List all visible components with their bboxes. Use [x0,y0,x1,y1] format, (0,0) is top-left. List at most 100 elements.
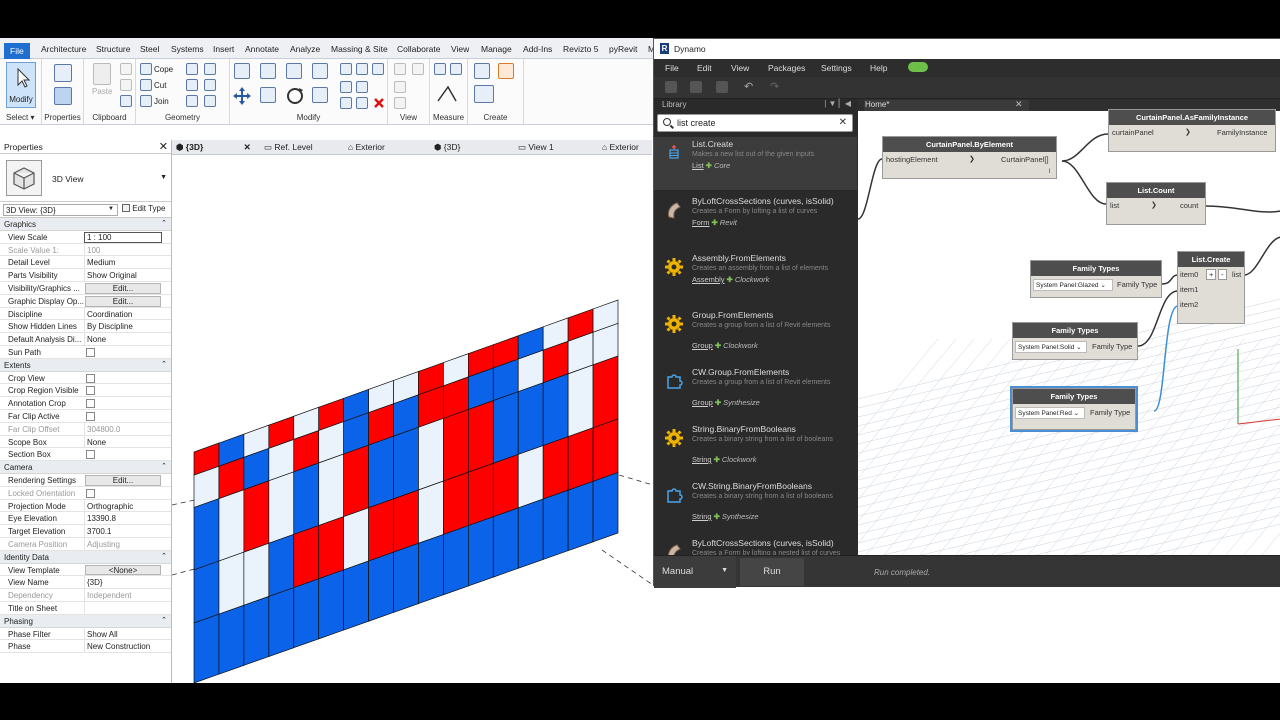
curtain-panel[interactable] [468,399,494,473]
curtain-panel[interactable] [318,569,344,640]
curtain-panel[interactable] [218,551,245,615]
curtain-panel[interactable] [293,462,320,535]
measure-dropdown-icon[interactable] [450,63,462,75]
curtain-panel[interactable] [393,426,419,500]
type-properties-icon[interactable] [54,87,72,105]
pin-icon[interactable] [372,63,384,75]
search-result-item[interactable]: ByLoftCrossSections (curves, isSolid) Cre… [654,190,857,247]
wall-joins-icon[interactable] [186,79,198,91]
hide-icon[interactable] [394,63,406,75]
curtain-panel[interactable] [368,498,394,562]
property-checkbox[interactable] [86,399,95,409]
curtain-panel[interactable] [592,471,619,543]
menu-file[interactable]: File [665,63,679,73]
paint-icon[interactable] [204,63,216,75]
cope-icon[interactable] [140,63,152,75]
curtain-panel[interactable] [567,364,594,438]
output-port[interactable]: Family Type [1092,342,1132,351]
curtain-panel[interactable] [567,427,594,491]
result-category-name[interactable]: String [692,512,712,521]
curtain-panel[interactable] [517,444,544,509]
curtain-panel[interactable] [567,480,594,552]
split-icon[interactable] [340,63,352,75]
property-checkbox[interactable] [86,411,95,421]
property-edit-button[interactable]: Edit... [85,295,161,307]
collapse-icon[interactable]: ⌃ [161,552,167,560]
property-value[interactable]: 3700.1 [84,525,162,538]
tab-systems[interactable]: Systems [171,44,204,59]
property-edit-button[interactable]: <None> [85,564,161,576]
result-category-name[interactable]: Assembly [692,275,725,284]
unpin-icon[interactable] [340,97,352,109]
cut-clipboard-icon[interactable] [120,63,132,75]
copy-clipboard-icon[interactable] [120,79,132,91]
input-port[interactable]: hostingElement [886,155,938,164]
property-value[interactable]: Show Original [84,269,162,282]
save-icon[interactable] [716,81,728,93]
node-family-types-glazed[interactable]: Family Types System Panel:Glazed ⌄ Famil… [1030,260,1162,298]
node-list-count[interactable]: List.Count list ❯ count [1106,182,1206,225]
run-mode-dropdown[interactable]: Manual ▼ [654,556,736,588]
view-tab-view-1[interactable]: ▭ View 1 [518,142,554,153]
view-tab-exterior[interactable]: ⌂ Exterior [348,142,385,152]
curtain-panel[interactable] [343,507,369,571]
trim-icon[interactable] [312,87,328,103]
demolish-icon[interactable] [204,79,216,91]
property-checkbox[interactable] [86,347,95,357]
menu-packages[interactable]: Packages [768,63,805,73]
type-selector[interactable]: 3D View ▼ [0,154,171,202]
select-dropdown[interactable]: Select ▾ [6,113,41,122]
join-icon[interactable] [140,95,152,107]
tab-annotate[interactable]: Annotate [245,44,279,59]
curtain-panel[interactable] [592,355,619,429]
modify-button[interactable]: Modify [6,62,36,108]
measure-icon[interactable] [434,63,446,75]
linework-icon[interactable] [394,81,406,93]
view-selector-dropdown[interactable]: 3D View: {3D} ▼ [3,204,118,216]
tab-revizto[interactable]: Revizto 5 [563,44,598,59]
family-type-dropdown[interactable]: System Panel:Solid ⌄ [1015,341,1087,353]
library-search[interactable]: list create ✕ [657,114,853,132]
property-edit-button[interactable]: Edit... [85,474,161,486]
input-port[interactable]: curtainPanel [1112,128,1154,137]
view-tab-exterior-2[interactable]: ⌂ Exterior [602,142,639,152]
view-tab-3d[interactable]: ⬢ {3D} ✕ [176,142,251,153]
curtain-panel[interactable] [193,560,220,624]
move-icon[interactable] [232,86,252,106]
property-value[interactable]: By Discipline [84,320,162,334]
property-value[interactable]: 13390.8 [84,512,162,526]
properties-section-extents[interactable]: Extents ⌃ [0,358,171,372]
curtain-panel[interactable] [318,516,344,580]
tab-manage[interactable]: Manage [481,44,512,59]
property-value[interactable]: {3D} [84,576,162,590]
tab-collaborate[interactable]: Collaborate [397,44,440,59]
property-value[interactable]: None [84,333,162,346]
curtain-panel[interactable] [492,391,519,464]
split-face-icon[interactable] [186,63,198,75]
search-input[interactable]: list create [677,118,716,128]
split-gap-icon[interactable] [356,63,368,75]
node-curtainpanel-byelement[interactable]: CurtainPanel.ByElement hostingElement ❯ … [882,136,1057,179]
close-icon[interactable]: ✕ [244,142,251,152]
node-family-types-red[interactable]: Family Types System Panel:Red ⌄ Family T… [1010,386,1138,432]
result-category-name[interactable]: List [692,161,704,170]
curtain-panel[interactable] [492,453,519,518]
curtain-panel[interactable] [542,436,569,500]
search-result-item[interactable]: CW.Group.FromElements Creates a group fro… [654,361,857,418]
search-result-item[interactable]: CW.String.BinaryFromBooleans Creates a bi… [654,475,857,532]
input-port[interactable]: item2 [1180,300,1198,309]
offset-icon[interactable] [260,63,276,79]
tab-analyze[interactable]: Analyze [290,44,320,59]
undo-icon[interactable]: ↶ [744,80,756,93]
property-checkbox[interactable] [86,450,95,460]
collapse-icon[interactable]: ⌃ [161,219,167,227]
match-properties-icon[interactable] [120,95,132,107]
output-port[interactable]: FamilyInstance [1217,128,1267,137]
curtain-panel[interactable] [368,435,394,509]
collapse-icon[interactable]: ⌃ [161,360,167,368]
edit-type-button[interactable]: Edit Type [122,204,165,213]
property-value[interactable]: None [84,435,162,449]
menu-view[interactable]: View [731,63,749,73]
remove-paint-icon[interactable] [204,95,216,107]
curtain-panel[interactable] [418,417,444,491]
